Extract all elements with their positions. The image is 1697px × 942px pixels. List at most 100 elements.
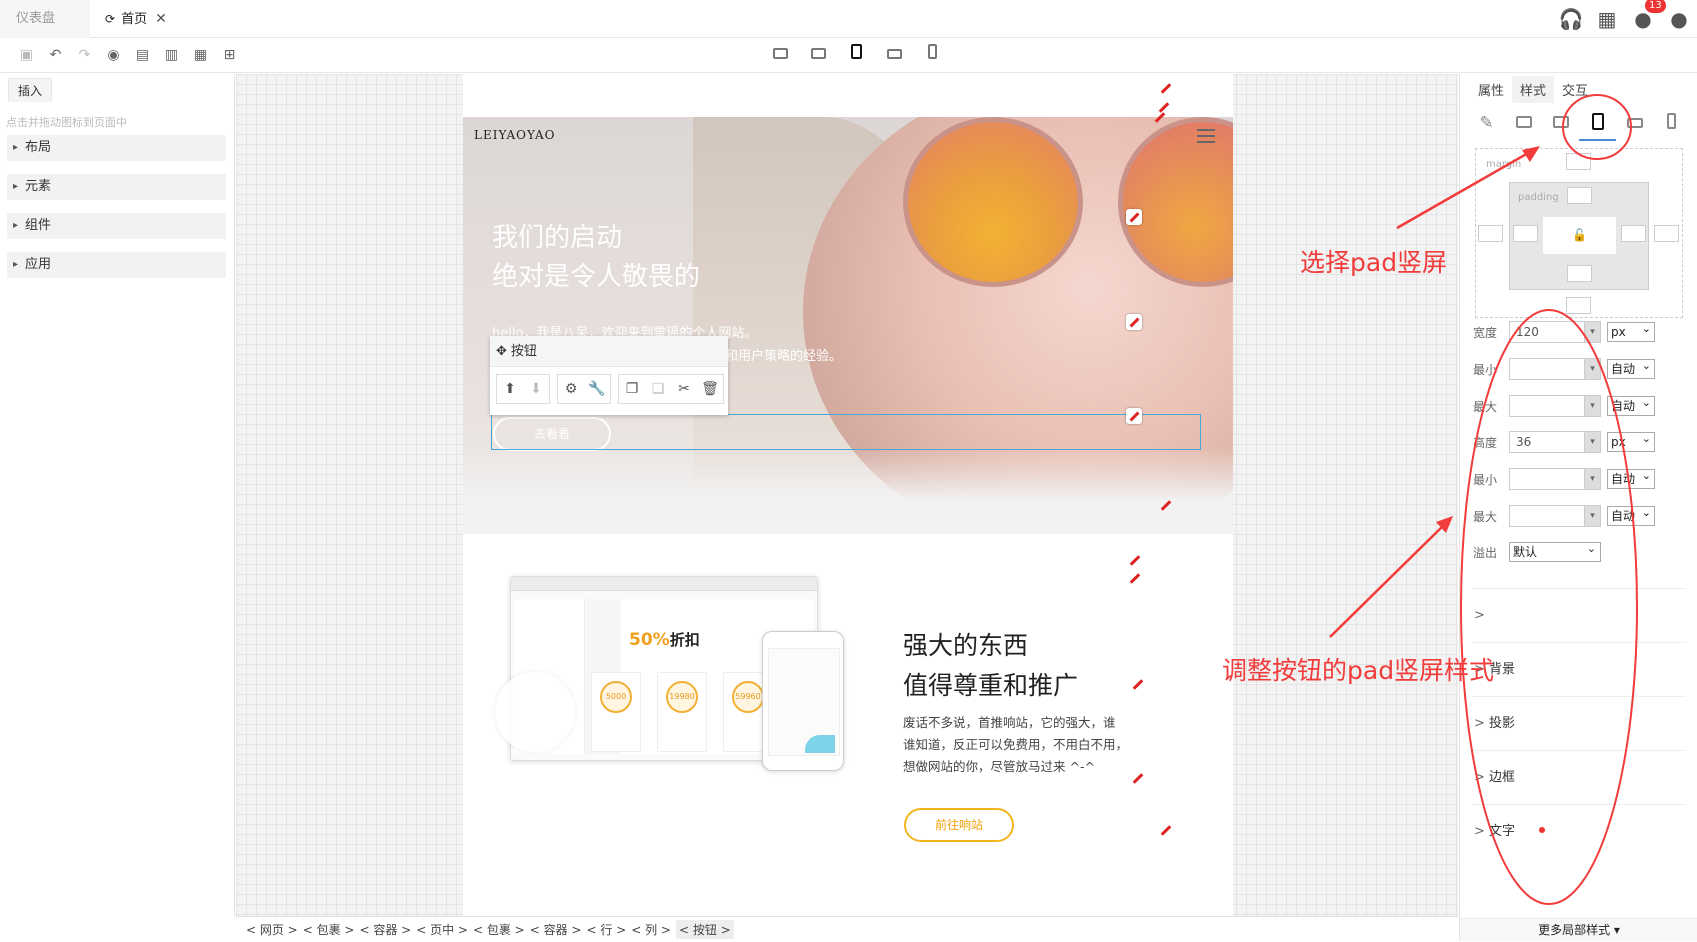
padding-left-input[interactable]: [1513, 225, 1538, 242]
popup-header[interactable]: ✥ 按钮: [490, 336, 728, 367]
breadcrumb-item[interactable]: < 行 >: [587, 921, 627, 938]
more-styles-button[interactable]: 更多局部样式 ▾: [1460, 918, 1697, 941]
padding-top-input[interactable]: [1567, 187, 1592, 204]
redo-icon[interactable]: ↷: [70, 47, 99, 63]
edit-pen-icon[interactable]: [1159, 498, 1173, 512]
min-width-input[interactable]: [1509, 358, 1585, 380]
messages-icon[interactable]: ● 13: [1625, 0, 1666, 31]
move-icon[interactable]: ✥: [496, 344, 507, 359]
preview-eye-icon[interactable]: ◉: [99, 47, 128, 63]
stepper-icon[interactable]: ▾: [1585, 358, 1601, 380]
max-height-input[interactable]: [1509, 505, 1585, 527]
apps-grid-icon[interactable]: ▦: [1589, 7, 1625, 31]
padding-right-input[interactable]: [1621, 225, 1646, 242]
feature-button[interactable]: 前往响站: [904, 808, 1014, 842]
margin-right-input[interactable]: [1654, 225, 1679, 242]
breadcrumb-item-current[interactable]: < 按钮 >: [676, 919, 734, 939]
feature-text[interactable]: 废话不多说，首推响站，它的强大，谁 谁知道，反正可以免费用，不用白不用， 想做网站的…: [903, 712, 1203, 778]
min-height-unit-select[interactable]: 自动: [1607, 467, 1655, 489]
section-background[interactable]: 背景: [1472, 642, 1686, 696]
feature-section[interactable]: 50%折扣 5000 19980 59960 强大的东西 值得尊重和推广 废话不多…: [463, 536, 1233, 916]
breadcrumb-item[interactable]: < 容器 >: [530, 921, 582, 938]
undo-icon[interactable]: ↶: [41, 47, 70, 63]
refresh-icon[interactable]: ⟳: [105, 12, 115, 26]
hero-subtitle-2[interactable]: 和用户策略的经验。: [725, 345, 842, 364]
padding-bottom-input[interactable]: [1567, 265, 1592, 282]
breadcrumb-item[interactable]: < 页中 >: [416, 921, 468, 938]
edit-pen-icon[interactable]: [1126, 314, 1142, 330]
edit-pen-icon[interactable]: [1159, 823, 1173, 837]
phone-portrait-icon[interactable]: [1653, 113, 1690, 141]
edit-pen-icon[interactable]: [1131, 771, 1145, 785]
tablet-portrait-icon[interactable]: [1579, 113, 1616, 141]
max-height-unit-select[interactable]: 自动: [1607, 504, 1655, 526]
grid-select-icon[interactable]: ⊞: [215, 47, 244, 63]
stepper-icon[interactable]: ▾: [1585, 431, 1601, 453]
edit-pen-icon[interactable]: [1153, 110, 1167, 124]
min-height-input[interactable]: [1509, 468, 1585, 490]
close-icon[interactable]: ✕: [155, 11, 167, 27]
hero-section[interactable]: LEIYAOYAO 我们的启动 绝对是令人敬畏的 hello，我是八呆，欢迎来到雷…: [463, 117, 1233, 534]
tab-interactions[interactable]: 交互: [1554, 76, 1596, 103]
desktop-icon[interactable]: [1505, 113, 1542, 141]
wrench-icon[interactable]: 🔧: [584, 375, 610, 403]
max-width-unit-select[interactable]: 自动: [1607, 394, 1655, 416]
move-down-icon[interactable]: ⬇: [523, 375, 549, 403]
tablet-portrait-icon[interactable]: [837, 44, 875, 63]
phone-landscape-icon[interactable]: [1616, 113, 1653, 141]
user-avatar-icon[interactable]: ●: [1661, 7, 1697, 31]
settings-gear-icon[interactable]: ⚙: [558, 375, 584, 403]
edit-pen-icon[interactable]: [1159, 81, 1173, 95]
edit-pen-icon[interactable]: [1126, 408, 1142, 424]
stepper-icon[interactable]: ▾: [1585, 395, 1601, 417]
header-layout-icon[interactable]: ▥: [157, 47, 186, 63]
section-border[interactable]: 边框: [1472, 750, 1686, 804]
edit-pen-icon[interactable]: [1128, 553, 1142, 567]
margin-left-input[interactable]: [1478, 225, 1503, 242]
max-width-input[interactable]: [1509, 395, 1585, 417]
tab-properties[interactable]: 属性: [1470, 76, 1512, 103]
padding-lock-icon[interactable]: 🔓: [1543, 217, 1616, 254]
min-width-unit-select[interactable]: 自动: [1607, 357, 1655, 379]
section-text[interactable]: 文字: [1472, 804, 1686, 858]
tab-home[interactable]: ⟳ 首页 ✕: [95, 0, 187, 38]
headset-icon[interactable]: 🎧: [1553, 7, 1589, 31]
cut-icon[interactable]: ✂: [671, 375, 697, 403]
tablet-landscape-icon[interactable]: [1542, 113, 1579, 141]
tab-styles[interactable]: 样式: [1512, 76, 1555, 103]
phone-landscape-icon[interactable]: [875, 44, 913, 63]
margin-top-input[interactable]: [1566, 153, 1591, 170]
stepper-icon[interactable]: ▾: [1585, 505, 1601, 527]
breadcrumb-item[interactable]: < 容器 >: [360, 921, 412, 938]
width-input[interactable]: 120: [1509, 321, 1585, 343]
overflow-select[interactable]: 默认: [1509, 540, 1601, 562]
pencil-icon[interactable]: ✎: [1468, 113, 1505, 141]
hero-title[interactable]: 我们的启动 绝对是令人敬畏的: [492, 219, 700, 297]
save-icon[interactable]: ▣: [12, 47, 41, 63]
stepper-icon[interactable]: ▾: [1585, 468, 1601, 490]
breadcrumb-item[interactable]: < 包裹 >: [473, 921, 525, 938]
edit-pen-icon[interactable]: [1126, 209, 1142, 225]
tab-dashboard[interactable]: 仪表盘: [0, 0, 90, 38]
category-components[interactable]: 组件: [7, 213, 226, 239]
delete-icon[interactable]: 🗑: [697, 375, 723, 403]
desktop-icon[interactable]: [761, 44, 799, 63]
edit-pen-icon[interactable]: [1128, 571, 1142, 585]
feature-title[interactable]: 强大的东西 值得尊重和推广: [903, 626, 1078, 706]
category-elements[interactable]: 元素: [7, 174, 226, 200]
brand-logo[interactable]: LEIYAOYAO: [474, 128, 555, 142]
margin-bottom-input[interactable]: [1566, 297, 1591, 314]
breadcrumb-item[interactable]: < 包裹 >: [303, 921, 355, 938]
width-unit-select[interactable]: px: [1607, 320, 1655, 342]
copy-icon[interactable]: ❐: [619, 375, 645, 403]
height-input[interactable]: 36: [1509, 431, 1585, 453]
hamburger-menu-icon[interactable]: [1197, 129, 1215, 147]
section-shadow[interactable]: 投影: [1472, 696, 1686, 750]
layout-icon[interactable]: ▤: [128, 47, 157, 63]
category-apps[interactable]: 应用: [7, 252, 226, 278]
move-up-icon[interactable]: ⬆: [497, 375, 523, 403]
height-unit-select[interactable]: px: [1607, 430, 1655, 452]
tablet-landscape-icon[interactable]: [799, 44, 837, 63]
breadcrumb-item[interactable]: < 列 >: [631, 921, 671, 938]
paste-icon[interactable]: ❏: [645, 375, 671, 403]
